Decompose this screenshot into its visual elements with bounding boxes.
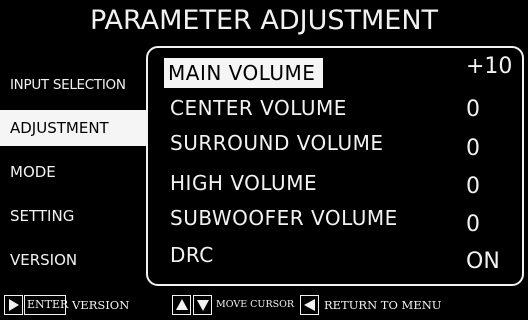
param-surround-volume-label[interactable]: SURROUND VOLUME: [164, 128, 389, 158]
sidebar-item-mode[interactable]: MODE: [0, 154, 56, 190]
osd-screen: PARAMETER ADJUSTMENT INPUT SELECTION ADJ…: [0, 0, 528, 320]
sidebar-item-setting[interactable]: SETTING: [0, 198, 74, 234]
param-drc-value: ON: [466, 249, 500, 274]
param-main-volume-value: +10: [466, 54, 513, 79]
param-subwoofer-volume-value: 0: [466, 212, 480, 237]
arrow-left-icon: [300, 295, 319, 315]
return-action-label: RETURN TO MENU: [324, 298, 442, 312]
param-center-volume-value: 0: [466, 97, 480, 122]
enter-key-label: ENTER: [24, 295, 68, 315]
sidebar-item-adjustment[interactable]: ADJUSTMENT: [0, 110, 146, 146]
sidebar-item-version[interactable]: VERSION: [0, 242, 77, 278]
param-center-volume-label[interactable]: CENTER VOLUME: [164, 93, 353, 123]
param-main-volume-label[interactable]: MAIN VOLUME: [164, 58, 324, 88]
param-subwoofer-volume-label[interactable]: SUBWOOFER VOLUME: [164, 203, 404, 233]
param-surround-volume-value: 0: [466, 136, 480, 161]
param-drc-label[interactable]: DRC: [164, 240, 220, 270]
enter-action-label: VERSION: [72, 298, 130, 312]
move-action-label: MOVE CURSOR: [216, 299, 295, 310]
sidebar-item-input-selection[interactable]: INPUT SELECTION: [0, 67, 126, 103]
page-title: PARAMETER ADJUSTMENT: [89, 5, 439, 36]
key-legend: ENTER VERSION MOVE CURSOR RETURN TO MENU: [0, 291, 528, 320]
param-high-volume-label[interactable]: HIGH VOLUME: [164, 168, 323, 198]
arrow-down-icon: [193, 295, 212, 315]
arrow-up-icon: [172, 295, 191, 315]
play-right-icon: [4, 295, 23, 315]
param-high-volume-value: 0: [466, 174, 480, 199]
